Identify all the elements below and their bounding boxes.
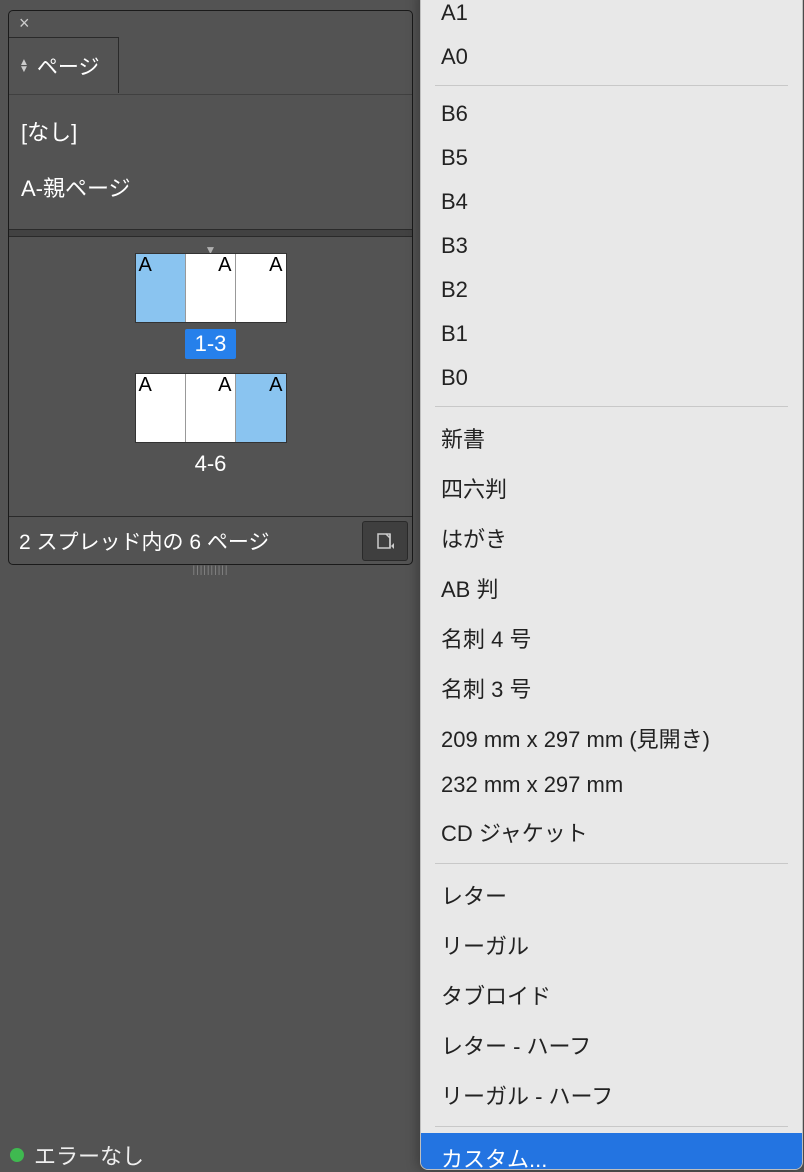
menu-separator — [435, 1126, 788, 1127]
panel-divider[interactable] — [9, 229, 412, 237]
page-4[interactable]: A — [136, 374, 186, 442]
page-size-menu: A1 A0 B6 B5 B4 B3 B2 B1 B0 新書 四六判 はがき AB… — [420, 0, 803, 1170]
menu-item-letter[interactable]: レター — [421, 870, 802, 920]
menu-item-b5[interactable]: B5 — [421, 136, 802, 180]
sort-icon: ▲▼ — [19, 59, 29, 73]
menu-item-letter-half[interactable]: レター - ハーフ — [421, 1020, 802, 1070]
spread-1[interactable]: A A A — [135, 253, 287, 323]
page-6[interactable]: A — [236, 374, 286, 442]
menu-item-a0[interactable]: A0 — [421, 35, 802, 79]
master-pages-list: [なし] A-親ページ — [9, 95, 412, 231]
page-1[interactable]: A — [136, 254, 186, 322]
spread-label-1[interactable]: 1-3 — [185, 329, 237, 359]
panel-footer: 2 スプレッド内の 6 ページ — [9, 516, 412, 564]
menu-item-legal-half[interactable]: リーガル - ハーフ — [421, 1070, 802, 1120]
menu-separator — [435, 863, 788, 864]
menu-separator — [435, 406, 788, 407]
page-size-button[interactable] — [362, 521, 408, 561]
page-master-letter: A — [269, 254, 282, 277]
menu-item-shiroku[interactable]: 四六判 — [421, 463, 802, 513]
menu-item-b6[interactable]: B6 — [421, 92, 802, 136]
menu-item-a1[interactable]: A1 — [421, 0, 802, 35]
menu-item-232x297[interactable]: 232 mm x 297 mm — [421, 763, 802, 807]
menu-item-meishi3[interactable]: 名刺 3 号 — [421, 663, 802, 713]
menu-item-209x297[interactable]: 209 mm x 297 mm (見開き) — [421, 713, 802, 763]
status-indicator-icon — [10, 1148, 24, 1162]
page-master-letter: A — [269, 374, 282, 397]
menu-item-meishi4[interactable]: 名刺 4 号 — [421, 613, 802, 663]
menu-item-b1[interactable]: B1 — [421, 312, 802, 356]
menu-separator — [435, 85, 788, 86]
menu-item-custom[interactable]: カスタム... — [421, 1133, 802, 1170]
page-2[interactable]: A — [186, 254, 236, 322]
menu-item-hagaki[interactable]: はがき — [421, 513, 802, 563]
page-master-letter: A — [139, 254, 152, 277]
menu-item-cd[interactable]: CD ジャケット — [421, 807, 802, 857]
tab-label: ページ — [37, 51, 100, 81]
page-3[interactable]: A — [236, 254, 286, 322]
menu-item-b4[interactable]: B4 — [421, 180, 802, 224]
menu-item-ab[interactable]: AB 判 — [421, 563, 802, 613]
menu-item-b2[interactable]: B2 — [421, 268, 802, 312]
status-bar: エラーなし — [0, 1138, 154, 1172]
resize-grabber[interactable]: |||||||||| — [193, 565, 229, 576]
menu-item-shinsho[interactable]: 新書 — [421, 413, 802, 463]
master-item-none[interactable]: [なし] — [21, 109, 400, 165]
page-size-icon — [375, 532, 395, 550]
menu-item-b3[interactable]: B3 — [421, 224, 802, 268]
page-5[interactable]: A — [186, 374, 236, 442]
spread-label-2[interactable]: 4-6 — [185, 449, 237, 479]
spreads-area: ▼ A A A 1-3 A A A 4-6 — [9, 237, 412, 516]
menu-item-tabloid[interactable]: タブロイド — [421, 970, 802, 1020]
page-master-letter: A — [139, 374, 152, 397]
close-icon[interactable]: × — [19, 13, 30, 34]
tab-pages[interactable]: ▲▼ ページ — [9, 37, 119, 93]
master-item-a[interactable]: A-親ページ — [21, 165, 400, 221]
tab-bar: ▲▼ ページ — [9, 37, 412, 95]
footer-status-text: 2 スプレッド内の 6 ページ — [19, 526, 269, 556]
status-text: エラーなし — [34, 1139, 144, 1171]
page-master-letter: A — [218, 254, 231, 277]
menu-item-b0[interactable]: B0 — [421, 356, 802, 400]
menu-item-legal[interactable]: リーガル — [421, 920, 802, 970]
pages-panel: × ▲▼ ページ [なし] A-親ページ ▼ A A A 1-3 — [8, 10, 413, 565]
page-master-letter: A — [218, 374, 231, 397]
spread-2[interactable]: A A A — [135, 373, 287, 443]
